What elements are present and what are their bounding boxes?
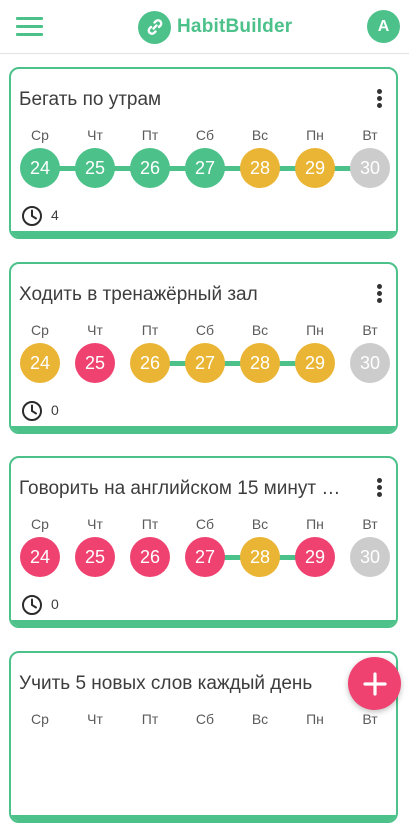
- weekday-label: Вт: [362, 322, 378, 338]
- weekday-label: Вт: [362, 127, 378, 143]
- weekday-label: Вт: [362, 516, 378, 532]
- day-circle[interactable]: [240, 732, 280, 772]
- day-circle[interactable]: [75, 732, 115, 772]
- weekday-label: Сб: [195, 322, 215, 338]
- weekday-row: Ср Чт Пт Сб Вс Пн Вт: [11, 322, 396, 338]
- day-circle[interactable]: 30: [350, 148, 390, 188]
- day-circle[interactable]: 25: [75, 537, 115, 577]
- weekday-label: Чт: [87, 516, 103, 532]
- day-circle[interactable]: 27: [185, 343, 225, 383]
- weekday-label: Пт: [141, 711, 159, 727]
- clock-icon: [22, 401, 42, 421]
- day-circle[interactable]: 29: [295, 537, 335, 577]
- day-circle[interactable]: 24: [20, 343, 60, 383]
- more-vertical-icon[interactable]: [377, 89, 383, 108]
- weekday-label: Вт: [362, 711, 378, 727]
- weekday-label: Чт: [87, 711, 103, 727]
- day-track: [11, 732, 396, 772]
- day-circle[interactable]: 25: [75, 148, 115, 188]
- day-circle[interactable]: 26: [130, 343, 170, 383]
- more-vertical-icon[interactable]: [377, 284, 383, 303]
- weekday-label: Пн: [306, 711, 324, 727]
- weekday-label: Вс: [251, 711, 269, 727]
- card-bottom-bar: [11, 620, 396, 626]
- weekday-label: Чт: [87, 127, 103, 143]
- card-bottom-bar: [11, 815, 396, 821]
- day-circle[interactable]: 26: [130, 537, 170, 577]
- day-circle[interactable]: [185, 732, 225, 772]
- weekday-row: Ср Чт Пт Сб Вс Пн Вт: [11, 711, 396, 727]
- day-circle[interactable]: [130, 732, 170, 772]
- habit-title: Ходить в тренажёрный зал: [19, 284, 258, 305]
- streak-count: 4: [51, 207, 59, 223]
- app-name: HabitBuilder: [177, 16, 293, 37]
- day-track: 24 25 26 27 28 29 30: [11, 537, 396, 577]
- day-circle[interactable]: 28: [240, 148, 280, 188]
- habit-title: Говорить на английском 15 минут в день: [19, 478, 349, 499]
- weekday-label: Вс: [251, 322, 269, 338]
- user-avatar[interactable]: A: [367, 10, 400, 43]
- day-circle[interactable]: 29: [295, 148, 335, 188]
- card-bottom-bar: [11, 426, 396, 432]
- day-circle[interactable]: 28: [240, 537, 280, 577]
- plus-icon: [362, 671, 387, 696]
- streak-count: 0: [51, 402, 59, 418]
- weekday-label: Пт: [141, 322, 159, 338]
- weekday-label: Пн: [306, 516, 324, 532]
- day-circle[interactable]: 25: [75, 343, 115, 383]
- weekday-label: Ср: [31, 322, 49, 338]
- weekday-row: Ср Чт Пт Сб Вс Пн Вт: [11, 516, 396, 532]
- day-circle[interactable]: 29: [295, 343, 335, 383]
- top-app-bar: HabitBuilder A: [0, 0, 409, 54]
- habit-card[interactable]: Говорить на английском 15 минут в день Ср…: [9, 456, 398, 628]
- day-circle[interactable]: 30: [350, 343, 390, 383]
- weekday-label: Сб: [195, 711, 215, 727]
- weekday-label: Чт: [87, 322, 103, 338]
- weekday-row: Ср Чт Пт Сб Вс Пн Вт: [11, 127, 396, 143]
- app-logo[interactable]: HabitBuilder: [138, 10, 292, 44]
- card-bottom-bar: [11, 231, 396, 237]
- hamburger-menu-icon[interactable]: [16, 14, 44, 38]
- habit-title: Бегать по утрам: [19, 89, 162, 110]
- weekday-label: Пн: [306, 127, 324, 143]
- day-track: 24 25 26 27 28 29 30: [11, 148, 396, 188]
- more-vertical-icon[interactable]: [377, 478, 383, 497]
- habit-card[interactable]: Учить 5 новых слов каждый день Ср Чт Пт Сб Вс…: [9, 651, 398, 823]
- add-habit-button[interactable]: [348, 657, 401, 710]
- habit-card[interactable]: Бегать по утрам Ср Чт Пт Сб Вс Пн Вт 24 25 26 27 28 2…: [9, 67, 398, 239]
- weekday-label: Сб: [195, 516, 215, 532]
- day-circle[interactable]: [350, 732, 390, 772]
- weekday-label: Пт: [141, 516, 159, 532]
- clock-icon: [22, 595, 42, 615]
- weekday-label: Ср: [31, 711, 49, 727]
- weekday-label: Ср: [31, 127, 49, 143]
- day-circle[interactable]: [295, 732, 335, 772]
- day-circle[interactable]: 26: [130, 148, 170, 188]
- day-circle[interactable]: 27: [185, 148, 225, 188]
- day-circle[interactable]: 30: [350, 537, 390, 577]
- link-chain-icon: [138, 10, 171, 44]
- day-track: 24 25 26 27 28 29 30: [11, 343, 396, 383]
- weekday-label: Сб: [195, 127, 215, 143]
- weekday-label: Ср: [31, 516, 49, 532]
- day-circle[interactable]: [20, 732, 60, 772]
- streak-count: 0: [51, 596, 59, 612]
- habit-card[interactable]: Ходить в тренажёрный зал Ср Чт Пт Сб Вс Пн Вт 24…: [9, 262, 398, 434]
- weekday-label: Вс: [251, 516, 269, 532]
- habit-title: Учить 5 новых слов каждый день: [19, 673, 313, 694]
- day-circle[interactable]: 28: [240, 343, 280, 383]
- weekday-label: Пн: [306, 322, 324, 338]
- weekday-label: Вс: [251, 127, 269, 143]
- weekday-label: Пт: [141, 127, 159, 143]
- clock-icon: [22, 206, 42, 226]
- day-circle[interactable]: 27: [185, 537, 225, 577]
- day-circle[interactable]: 24: [20, 148, 60, 188]
- day-circle[interactable]: 24: [20, 537, 60, 577]
